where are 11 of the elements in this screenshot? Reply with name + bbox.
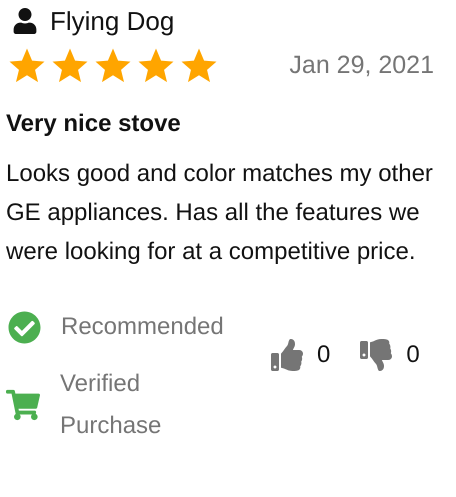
review-title: Very nice stove (6, 109, 182, 139)
unhelpful-button[interactable]: 0 (360, 337, 420, 373)
review-body: Looks good and color matches my other GE appliances. Has all the features we were looking for at a competitive price. (6, 159, 434, 267)
person-icon (12, 8, 38, 34)
recommended-label: Recommended (61, 312, 224, 342)
thumbs-up-icon (271, 339, 303, 371)
review-date: Jan 29, 2021 (289, 50, 434, 82)
helpful-button[interactable]: 0 (271, 337, 330, 373)
reviewer-name: Flying Dog (50, 4, 174, 38)
verified-purchase-label: Verified Purchase (60, 369, 162, 441)
thumbs-down-icon (360, 339, 392, 371)
